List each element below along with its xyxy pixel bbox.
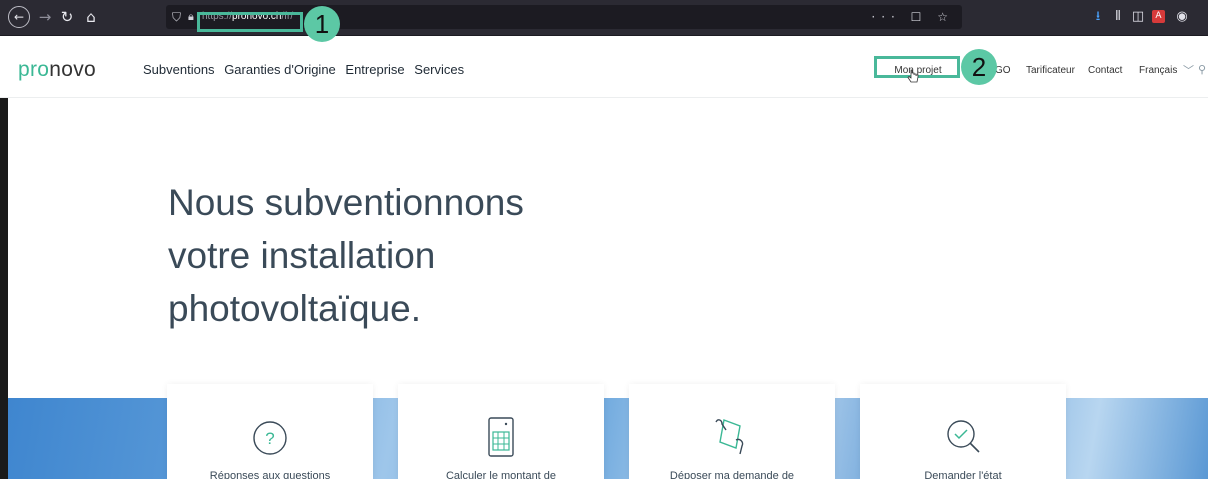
card-questions-label: Réponses aux questions [209,470,331,479]
hand-cursor-icon [907,69,919,83]
card-status-label: Demander l'état [924,470,1002,479]
annotation-box-url [197,12,303,32]
nav-garanties-origine[interactable]: Garanties d'Origine [224,62,336,77]
hand-document-icon [715,419,744,455]
calculator-icon [488,417,514,457]
hero-line-2: votre installation [168,235,436,276]
nav-services[interactable]: Services [414,62,464,77]
library-icon[interactable]: ⫴ [1110,8,1126,26]
question-circle-icon: ? [253,421,287,455]
tarificateur-link[interactable]: Tarificateur [1026,65,1075,76]
back-icon[interactable]: ← [8,6,30,28]
search-icon[interactable]: ⚲ [1198,63,1206,76]
logo-rest: novo [49,58,97,81]
card-calculator-label: Calculer le montant de [445,470,557,479]
home-icon[interactable]: ⌂ [80,6,102,28]
reload-icon[interactable]: ↻ [56,6,78,28]
download-icon[interactable]: ⭳ [1090,8,1106,26]
hero-line-1: Nous subventionnons [168,182,524,223]
nav-subventions[interactable]: Subventions [143,62,215,77]
page-actions-icons[interactable]: ··· ☐ ☆ [871,7,954,27]
annotation-step-1: 1 [304,6,340,42]
sidebar-icon[interactable]: ◫ [1130,8,1146,26]
account-icon[interactable]: ◉ [1174,8,1190,26]
main-navigation: Subventions Garanties d'Origine Entrepri… [143,62,470,77]
contact-link[interactable]: Contact [1088,65,1122,76]
card-submit-request[interactable]: Déposer ma demande de [629,384,835,479]
go-link[interactable]: GO [995,65,1011,76]
nav-entreprise[interactable]: Entreprise [345,62,404,77]
page: ← → ↻ ⌂ ⛉ 🔒︎ https://pronovo.ch/fr/ ··· … [0,0,1208,479]
pdf-extension-icon[interactable]: A [1152,10,1165,23]
logo-accent: pro [18,58,50,81]
hero-line-3: photovoltaïque. [168,288,422,329]
hero-title: Nous subventionnons votre installation p… [168,176,524,335]
shield-icon: ⛉ [172,10,182,24]
svg-text:?: ? [265,429,274,448]
magnifier-check-icon [947,420,980,453]
card-submit-label: Déposer ma demande de [669,470,795,479]
annotation-step-2: 2 [961,49,997,85]
card-questions[interactable]: ? Réponses aux questions [167,384,373,479]
site-header: pronovo Subventions Garanties d'Origine … [0,36,1208,98]
language-selector[interactable]: Français [1139,65,1177,76]
card-request-status[interactable]: Demander l'état [860,384,1066,479]
forward-icon[interactable]: → [34,6,56,28]
card-calculator[interactable]: Calculer le montant de [398,384,604,479]
left-edge-strip [0,98,8,479]
pronovo-logo[interactable]: pronovo [18,58,96,82]
lock-icon: 🔒︎ [188,10,194,23]
chevron-down-icon[interactable]: ﹀ [1183,62,1194,78]
browser-toolbar: ← → ↻ ⌂ ⛉ 🔒︎ https://pronovo.ch/fr/ ··· … [0,0,1208,36]
